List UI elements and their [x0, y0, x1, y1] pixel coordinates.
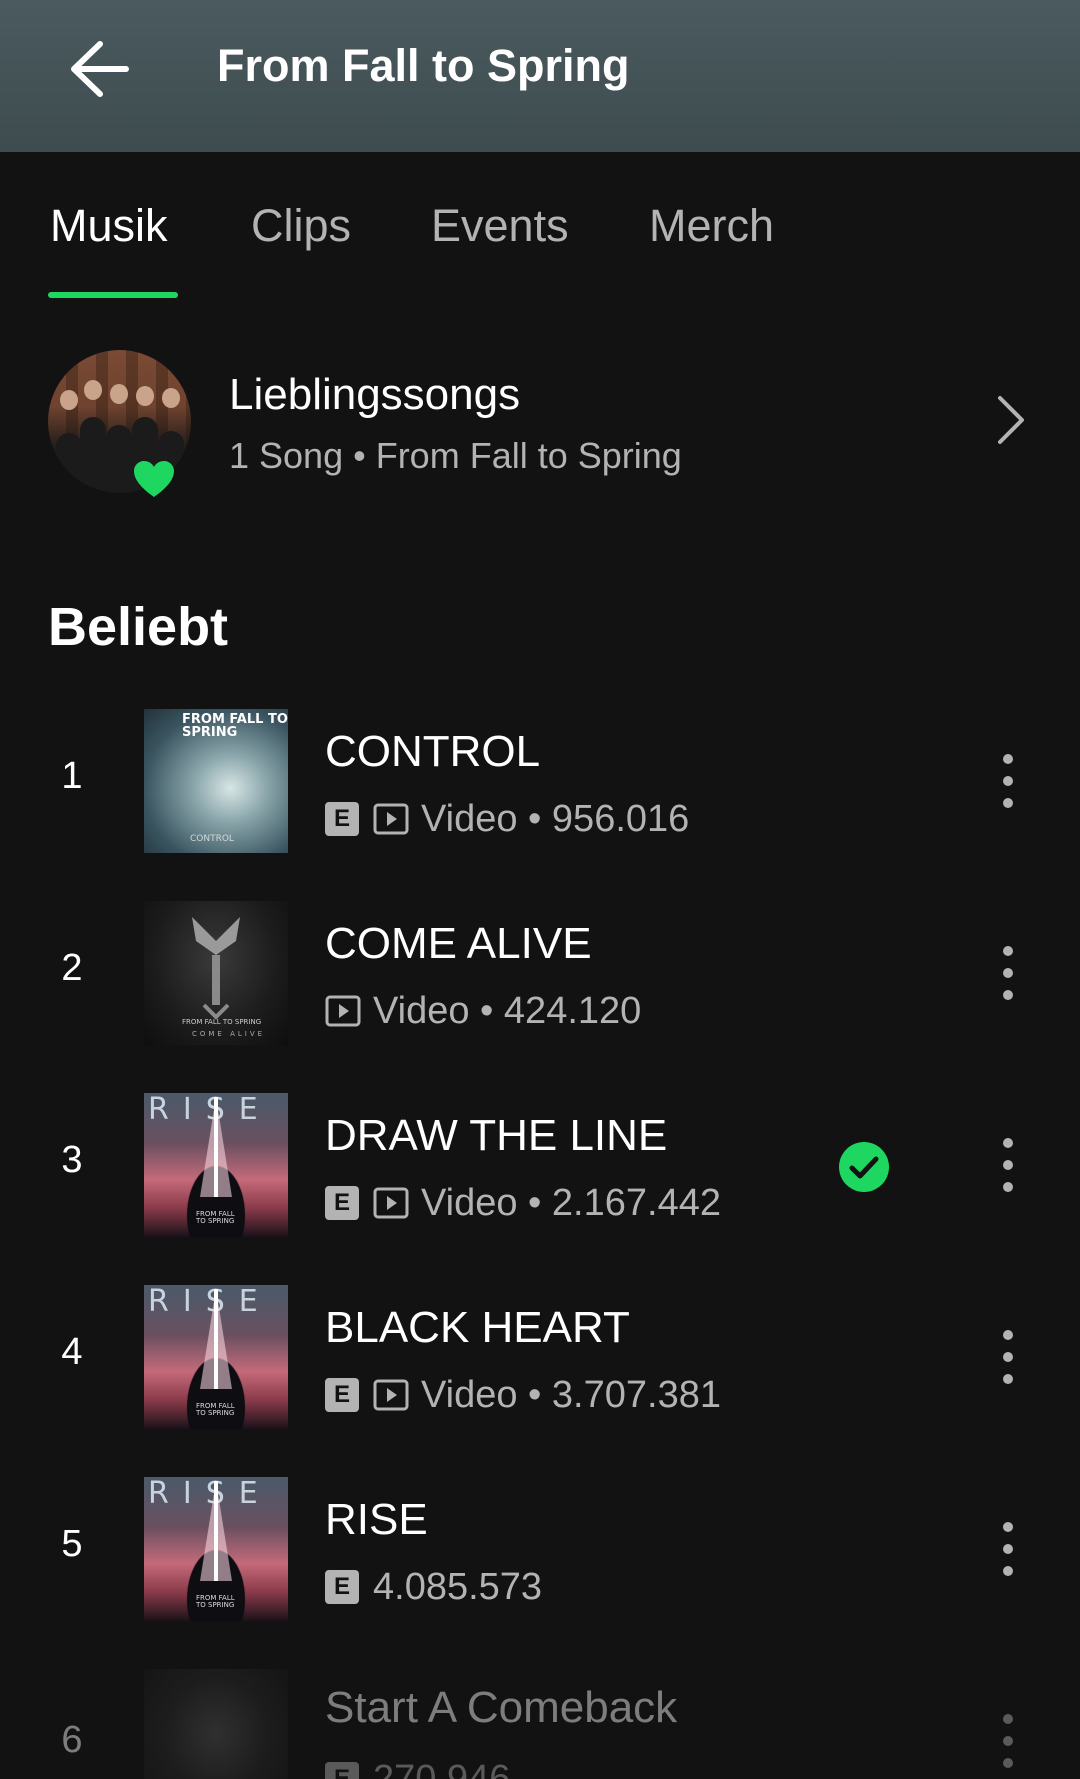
video-icon: [373, 1187, 409, 1219]
more-vertical-icon[interactable]: [986, 1709, 1030, 1773]
tab-events[interactable]: Events: [431, 200, 569, 252]
more-vertical-icon[interactable]: [986, 1517, 1030, 1581]
track-number: 1: [61, 755, 83, 797]
top-bar: From Fall to Spring: [0, 0, 1080, 152]
track-meta: E Video • 2.167.442: [325, 1181, 721, 1225]
track-meta: E 4.085.573: [325, 1565, 542, 1609]
track-stats: Video • 424.120: [373, 989, 642, 1032]
active-tab-indicator: [48, 292, 178, 298]
explicit-badge: E: [325, 1378, 359, 1412]
track-title: DRAW THE LINE: [325, 1111, 668, 1160]
album-cover-beam: [200, 1481, 232, 1581]
album-cover: [144, 1669, 288, 1779]
video-icon: [325, 995, 361, 1027]
track-title: RISE: [325, 1495, 428, 1544]
explicit-badge: E: [325, 1570, 359, 1604]
track-meta: E Video • 3.707.381: [325, 1373, 721, 1417]
video-icon: [373, 1379, 409, 1411]
track-number: 6: [61, 1719, 83, 1761]
more-vertical-icon[interactable]: [986, 941, 1030, 1005]
album-cover-text: FROM FALL TO SPRING: [182, 712, 288, 740]
track-row[interactable]: 3 RISE FROM FALL TO SPRING DRAW THE LINE…: [0, 1093, 1080, 1239]
track-title: BLACK HEART: [325, 1303, 630, 1352]
track-title: Start A Comeback: [325, 1683, 678, 1732]
track-row[interactable]: 2 FROM FALL TO SPRING COME ALIVE COME AL…: [0, 901, 1080, 1047]
album-cover: RISE FROM FALL TO SPRING: [144, 1477, 288, 1621]
track-row[interactable]: 1 FROM FALL TO SPRING CONTROL CONTROL E …: [0, 709, 1080, 855]
artist-page: From Fall to Spring Musik Clips Events M…: [0, 0, 1080, 1779]
album-cover: RISE FROM FALL TO SPRING: [144, 1093, 288, 1237]
back-button[interactable]: [62, 34, 142, 104]
explicit-badge: E: [325, 1762, 359, 1779]
tab-bar: Musik Clips Events Merch: [0, 152, 1080, 300]
album-cover-emblem: [192, 917, 240, 1020]
more-vertical-icon[interactable]: [986, 1325, 1030, 1389]
more-vertical-icon[interactable]: [986, 749, 1030, 813]
explicit-badge: E: [325, 1186, 359, 1220]
track-row[interactable]: 4 RISE FROM FALL TO SPRING BLACK HEART E…: [0, 1285, 1080, 1431]
album-cover-subtext: COME ALIVE: [192, 1030, 266, 1038]
album-cover-subtext: FROM FALL TO SPRING: [196, 1210, 235, 1225]
check-circle-icon: [839, 1142, 889, 1192]
album-cover-text: FROM FALL TO SPRING: [182, 1018, 262, 1026]
tab-musik[interactable]: Musik: [50, 200, 168, 252]
track-title: CONTROL: [325, 727, 541, 776]
explicit-badge: E: [325, 802, 359, 836]
track-meta: E Video • 956.016: [325, 797, 689, 841]
album-cover-beam: [200, 1289, 232, 1389]
track-number: 5: [61, 1523, 83, 1565]
more-vertical-icon[interactable]: [986, 1133, 1030, 1197]
track-row[interactable]: 6 Start A Comeback E 270.946: [0, 1669, 1080, 1779]
track-row[interactable]: 5 RISE FROM FALL TO SPRING RISE E 4.085.…: [0, 1477, 1080, 1623]
track-stats: Video • 2.167.442: [421, 1181, 721, 1224]
track-number: 4: [61, 1331, 83, 1373]
track-meta: Video • 424.120: [325, 989, 641, 1033]
track-stats: Video • 956.016: [421, 797, 690, 840]
arrow-left-icon: [71, 41, 129, 97]
album-cover-subtext: FROM FALL TO SPRING: [196, 1594, 235, 1609]
liked-songs-title: Lieblingssongs: [229, 370, 521, 419]
video-icon: [373, 803, 409, 835]
heart-icon: [134, 461, 174, 497]
liked-songs-row[interactable]: Lieblingssongs 1 Song • From Fall to Spr…: [0, 340, 1080, 500]
track-number: 3: [61, 1139, 83, 1181]
album-cover-subtext: FROM FALL TO SPRING: [196, 1402, 235, 1417]
track-number: 2: [61, 947, 83, 989]
track-stats: 4.085.573: [373, 1565, 543, 1608]
album-cover: FROM FALL TO SPRING COME ALIVE: [144, 901, 288, 1045]
page-title: From Fall to Spring: [217, 40, 630, 91]
liked-songs-subtitle: 1 Song • From Fall to Spring: [229, 435, 682, 476]
track-meta: E 270.946: [325, 1757, 510, 1779]
album-cover: RISE FROM FALL TO SPRING: [144, 1285, 288, 1429]
chevron-right-icon: [998, 396, 1024, 444]
track-stats: Video • 3.707.381: [421, 1373, 721, 1416]
album-cover-subtext: CONTROL: [190, 834, 234, 844]
track-stats: 270.946: [373, 1757, 511, 1779]
track-title: COME ALIVE: [325, 919, 592, 968]
album-cover-beam: [200, 1097, 232, 1197]
album-cover: FROM FALL TO SPRING CONTROL: [144, 709, 288, 853]
tab-merch[interactable]: Merch: [649, 200, 774, 252]
section-title-popular: Beliebt: [48, 597, 229, 657]
tab-clips[interactable]: Clips: [251, 200, 351, 252]
